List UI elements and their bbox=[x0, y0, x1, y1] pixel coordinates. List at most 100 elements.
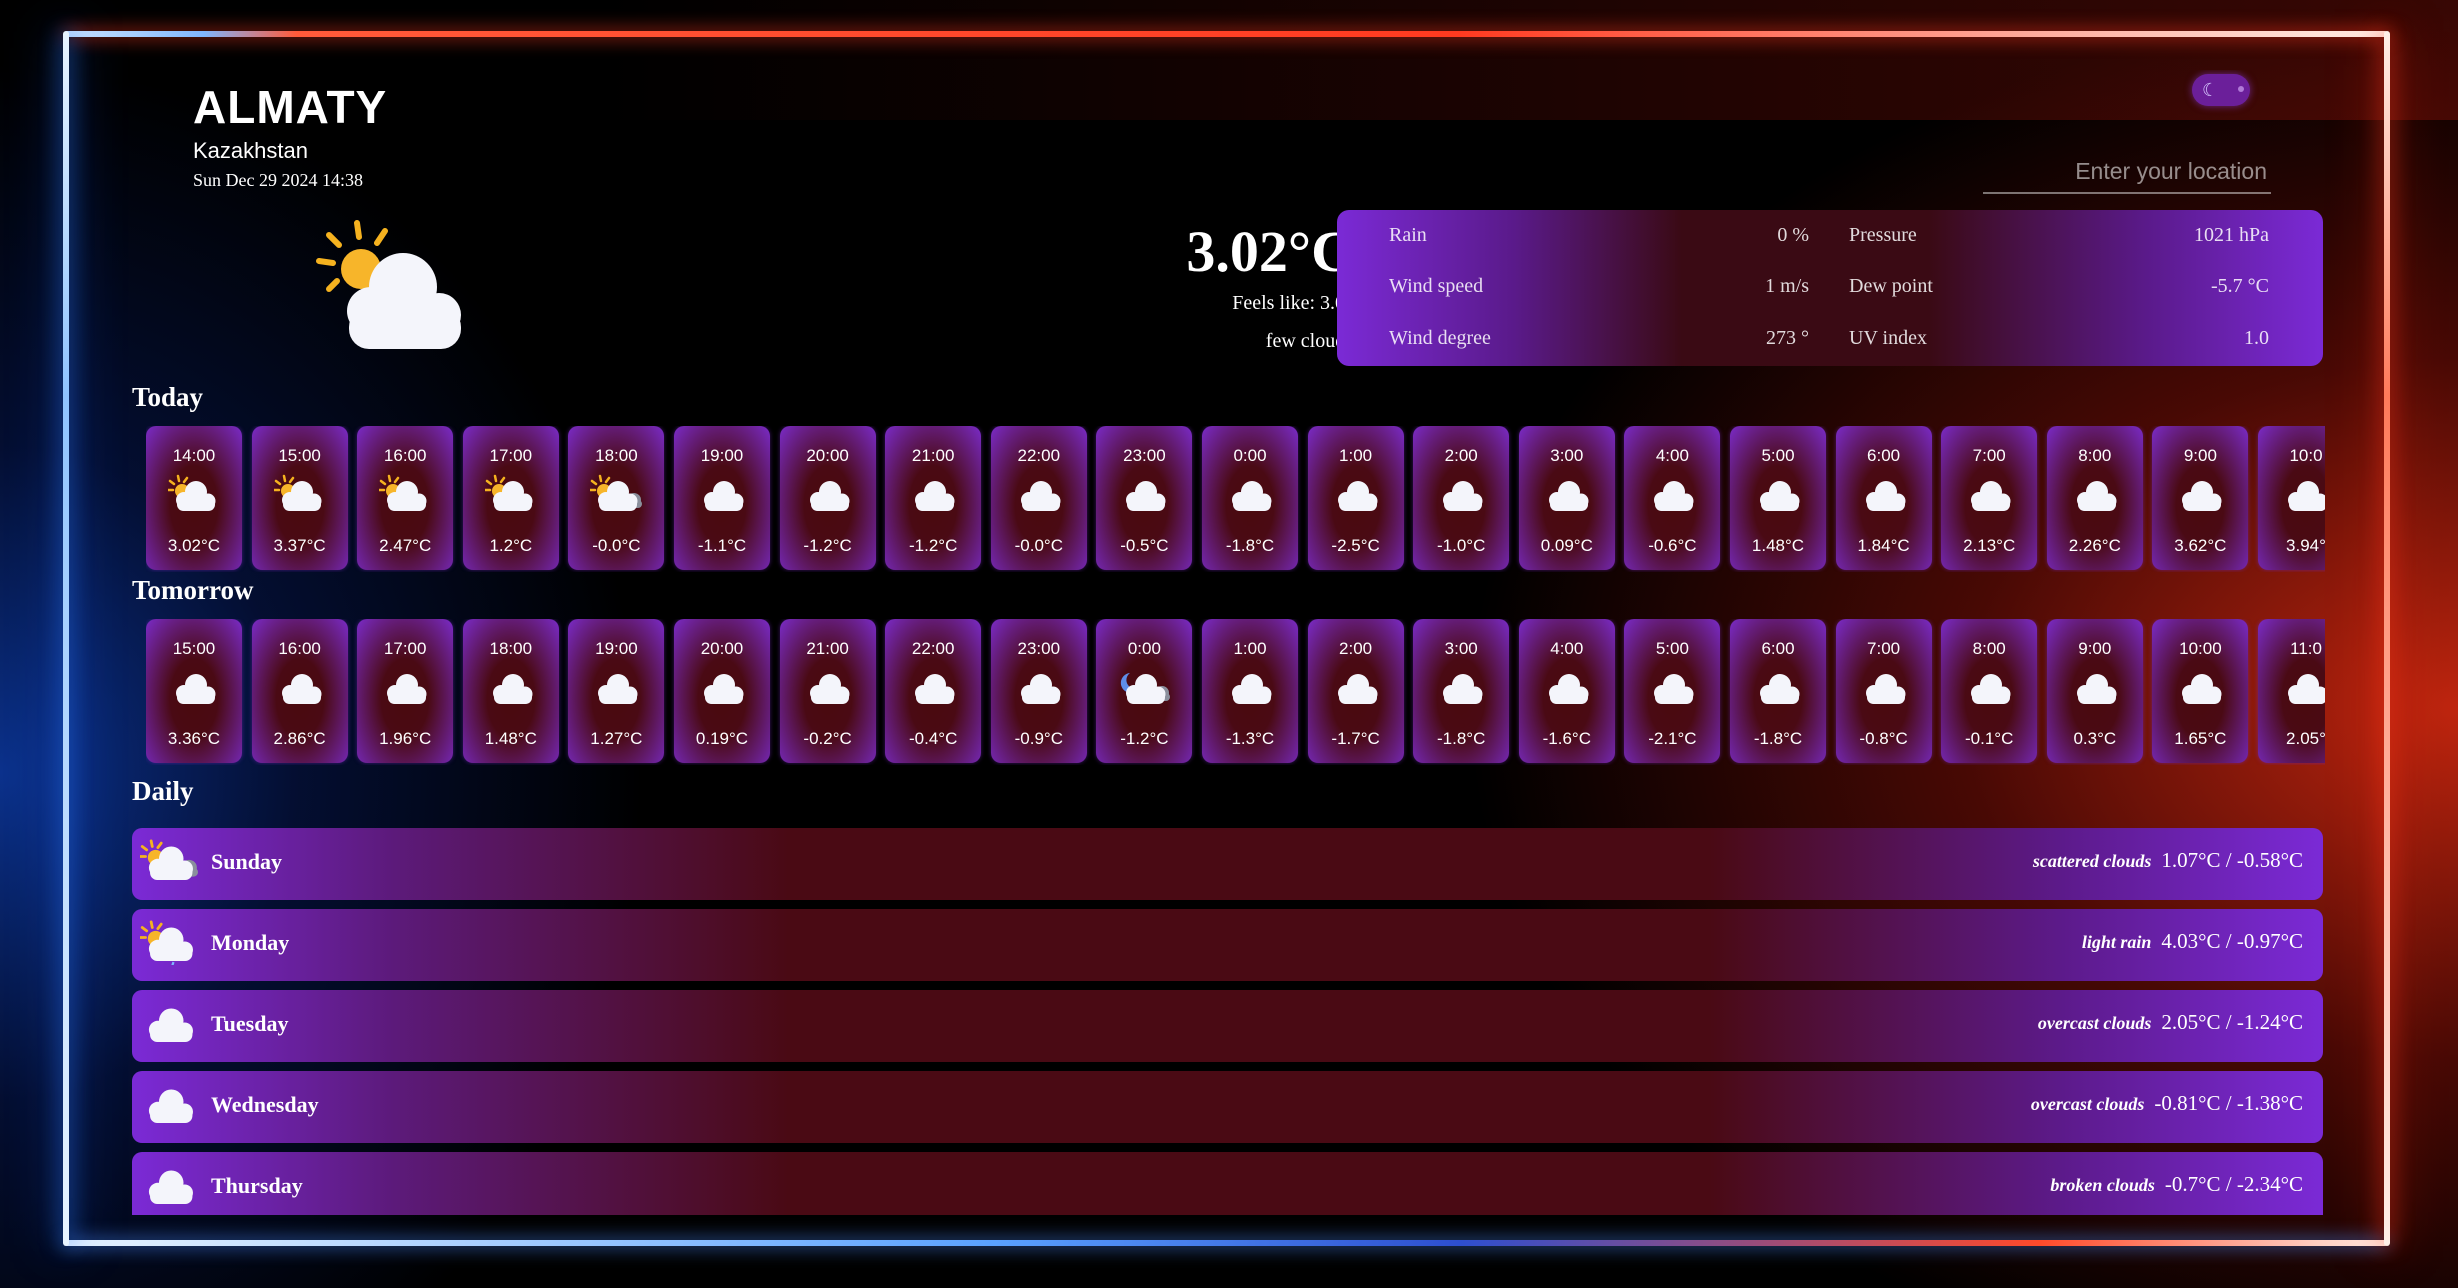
hourly-card: 7:00 2.13°C bbox=[1941, 426, 2038, 570]
hour-time: 21:00 bbox=[911, 446, 955, 465]
hour-temperature: -1.1°C bbox=[697, 536, 747, 555]
hour-temperature: -2.5°C bbox=[1331, 536, 1380, 555]
cloud-icon bbox=[274, 667, 326, 707]
hour-temperature: -0.5°C bbox=[1120, 536, 1169, 555]
hourly-card: 2:00 -1.0°C bbox=[1413, 426, 1510, 570]
hour-time: 16:00 bbox=[383, 446, 427, 465]
pressure-label: Pressure bbox=[1849, 224, 1917, 246]
rain-label: Rain bbox=[1389, 224, 1427, 246]
cloud-icon bbox=[1752, 667, 1804, 707]
hour-time: 3:00 bbox=[1444, 639, 1478, 658]
hour-time: 11:0 bbox=[2290, 639, 2322, 658]
sun-cloud-icon bbox=[379, 474, 431, 514]
hour-temperature: 1.2°C bbox=[489, 536, 533, 555]
hourly-card: 16:00 2.47°C bbox=[357, 426, 454, 570]
hourly-card: 9:00 0.3°C bbox=[2046, 619, 2143, 763]
hour-time: 1:00 bbox=[1233, 639, 1267, 658]
cloud-icon bbox=[1224, 474, 1276, 514]
cloud-icon bbox=[2174, 667, 2226, 707]
hour-temperature: -0.0°C bbox=[592, 536, 641, 555]
hourly-card: 17:00 1.2°C bbox=[462, 426, 559, 570]
hourly-card: 9:00 3.62°C bbox=[2152, 426, 2249, 570]
hour-temperature: -0.9°C bbox=[1014, 729, 1063, 748]
cloud-icon bbox=[907, 474, 959, 514]
hourly-card: 21:00 -0.2°C bbox=[779, 619, 876, 763]
hour-time: 18:00 bbox=[489, 639, 533, 658]
sun-cloud-dark-icon bbox=[140, 838, 198, 886]
hour-time: 16:00 bbox=[278, 639, 321, 658]
wind-speed-label: Wind speed bbox=[1389, 275, 1484, 297]
hour-temperature: -1.3°C bbox=[1225, 729, 1275, 748]
cloud-icon bbox=[1541, 474, 1593, 514]
hour-temperature: -1.2°C bbox=[803, 536, 852, 555]
today-heading: Today bbox=[132, 382, 204, 412]
hour-time: 23:00 bbox=[1017, 639, 1061, 658]
hourly-card: 0:00 -1.2°C bbox=[1096, 619, 1193, 763]
hour-time: 15:00 bbox=[278, 446, 321, 465]
cloud-icon bbox=[1330, 474, 1382, 514]
hour-temperature: 1.84°C bbox=[1857, 536, 1910, 555]
hourly-card: 2:00 -1.7°C bbox=[1307, 619, 1404, 763]
hour-temperature: -0.6°C bbox=[1648, 536, 1697, 555]
cloud-icon bbox=[1330, 667, 1382, 707]
daily-row-monday[interactable]: Monday light rain 4.03°C / -0.97°C bbox=[132, 909, 2323, 981]
hour-time: 20:00 bbox=[806, 446, 849, 465]
hourly-card: 19:00 -1.1°C bbox=[674, 426, 770, 570]
hourly-card: 18:00 1.48°C bbox=[462, 619, 559, 763]
neon-frame-left bbox=[63, 31, 69, 1246]
cloud-icon bbox=[379, 667, 431, 707]
hour-temperature: -2.1°C bbox=[1648, 729, 1697, 748]
cloud-icon bbox=[1435, 667, 1487, 707]
hour-time: 9:00 bbox=[2183, 446, 2217, 465]
cloud-icon bbox=[1963, 667, 2015, 707]
location-search-input[interactable] bbox=[1983, 150, 2271, 194]
cloud-icon bbox=[1435, 474, 1487, 514]
cloud-icon bbox=[1752, 474, 1804, 514]
neon-frame-right bbox=[2384, 31, 2390, 1246]
daily-row-wednesday[interactable]: Wednesday overcast clouds -0.81°C / -1.38°… bbox=[132, 1071, 2323, 1143]
cloud-icon bbox=[1224, 667, 1276, 707]
hourly-card: 3:00 0.09°C bbox=[1518, 426, 1615, 570]
day-name: Tuesday bbox=[211, 1011, 289, 1036]
hourly-card: 17:00 1.96°C bbox=[357, 619, 454, 763]
hour-temperature: -0.8°C bbox=[1859, 729, 1908, 748]
day-temperature-range: -0.81°C / -1.38°C bbox=[2154, 1091, 2303, 1115]
hour-time: 5:00 bbox=[1655, 639, 1689, 658]
hour-temperature: 2.26°C bbox=[2068, 536, 2121, 555]
hour-temperature: -0.0°C bbox=[1014, 536, 1063, 555]
hourly-card: 18:00 -0.0°C bbox=[568, 426, 665, 570]
hour-temperature: 2.13°C bbox=[1963, 536, 2016, 555]
hour-temperature: 0.09°C bbox=[1540, 536, 1593, 555]
dew-point-value: -5.7 °C bbox=[2211, 275, 2269, 297]
city-name: ALMATY bbox=[193, 81, 388, 133]
cloud-icon bbox=[590, 667, 642, 707]
hour-temperature: 1.48°C bbox=[1751, 536, 1805, 555]
moon-cloud-icon bbox=[1118, 667, 1171, 707]
cloud-icon bbox=[140, 1081, 198, 1129]
cloud-icon bbox=[1858, 474, 1910, 514]
hourly-card: 4:00 -1.6°C bbox=[1518, 619, 1615, 763]
cloud-icon bbox=[140, 1162, 198, 1210]
hour-time: 1:00 bbox=[1339, 446, 1373, 465]
hourly-card: 11:0 2.05° bbox=[2258, 619, 2325, 763]
hour-time: 7:00 bbox=[1972, 446, 2006, 465]
day-summary: light rain 4.03°C / -0.97°C bbox=[2082, 929, 2303, 954]
hour-time: 17:00 bbox=[489, 446, 533, 465]
hourly-card: 6:00 1.84°C bbox=[1835, 426, 1932, 570]
daily-row-sunday[interactable]: Sunday scattered clouds 1.07°C / -0.58°C bbox=[132, 828, 2323, 900]
hourly-card: 6:00 -1.8°C bbox=[1730, 619, 1826, 763]
hour-temperature: -1.8°C bbox=[1753, 729, 1803, 748]
hour-time: 23:00 bbox=[1123, 446, 1166, 465]
current-datetime: Sun Dec 29 2024 14:38 bbox=[193, 170, 363, 190]
daily-row-tuesday[interactable]: Tuesday overcast clouds 2.05°C / -1.24°C bbox=[132, 990, 2323, 1062]
wind-speed-value: 1 m/s bbox=[1765, 275, 1809, 297]
hour-temperature: 3.62°C bbox=[2174, 536, 2227, 555]
hour-time: 17:00 bbox=[383, 639, 427, 658]
day-description: light rain bbox=[2081, 932, 2152, 952]
hourly-card: 10:00 1.65°C bbox=[2152, 619, 2249, 763]
daily-row-thursday[interactable]: Thursday broken clouds -0.7°C / -2.34°C bbox=[132, 1152, 2323, 1215]
hourly-card: 8:00 2.26°C bbox=[2046, 426, 2143, 570]
hourly-card: 23:00 -0.5°C bbox=[1096, 426, 1193, 570]
toggle-knob bbox=[2238, 86, 2244, 92]
theme-toggle[interactable]: ☾ bbox=[2192, 74, 2250, 106]
